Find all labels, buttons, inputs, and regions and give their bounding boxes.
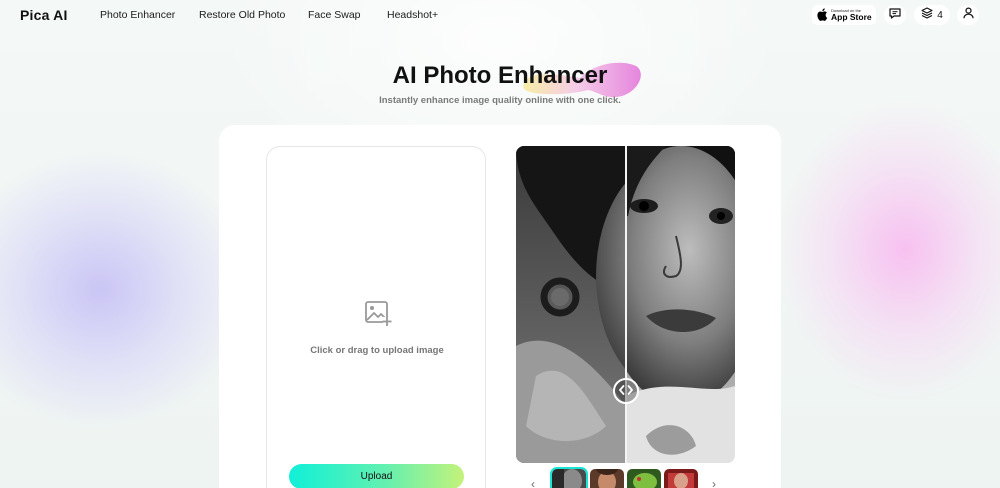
nav-face-swap[interactable]: Face Swap bbox=[308, 9, 361, 21]
nav-photo-enhancer[interactable]: Photo Enhancer bbox=[100, 9, 175, 21]
app-store-button[interactable]: Download on the App Store bbox=[812, 5, 876, 25]
user-icon bbox=[962, 6, 974, 24]
page-title: AI Photo Enhancer bbox=[392, 62, 608, 89]
app-store-big-text: App Store bbox=[831, 11, 872, 22]
upload-dropzone[interactable]: Click or drag to upload image Upload bbox=[266, 146, 486, 488]
compare-divider[interactable] bbox=[625, 146, 627, 463]
compare-slider-handle[interactable] bbox=[613, 378, 639, 404]
thumbnail-2[interactable] bbox=[590, 469, 624, 488]
nav-headshot[interactable]: Headshot+ bbox=[387, 9, 438, 21]
pica-ai-logo[interactable]: Pica AI bbox=[20, 7, 68, 23]
thumbnail-4[interactable] bbox=[664, 469, 698, 488]
upload-hint-text: Click or drag to upload image bbox=[310, 345, 444, 356]
top-navbar: Pica AI Photo Enhancer Restore Old Photo… bbox=[0, 0, 1000, 30]
credits-button[interactable]: 4 bbox=[914, 5, 950, 25]
credits-count: 4 bbox=[937, 9, 943, 21]
chevron-left-icon[interactable]: ‹ bbox=[531, 477, 535, 488]
thumbnail-1[interactable] bbox=[550, 467, 588, 488]
chat-icon bbox=[889, 6, 901, 24]
user-account-button[interactable] bbox=[957, 5, 979, 25]
thumbnail-3[interactable] bbox=[627, 469, 661, 488]
upload-button[interactable]: Upload bbox=[289, 464, 464, 488]
nav-restore-old-photo[interactable]: Restore Old Photo bbox=[199, 9, 285, 21]
chevron-right-icon[interactable]: › bbox=[712, 477, 716, 488]
image-plus-icon bbox=[364, 299, 392, 327]
feedback-button[interactable] bbox=[884, 5, 906, 25]
apple-icon bbox=[817, 7, 828, 23]
left-right-arrows-icon bbox=[619, 384, 633, 398]
layers-icon bbox=[921, 6, 933, 24]
main-card: Click or drag to upload image Upload ‹ › bbox=[219, 125, 781, 488]
before-after-preview[interactable] bbox=[516, 146, 735, 463]
page-subtitle: Instantly enhance image quality online w… bbox=[379, 95, 621, 106]
